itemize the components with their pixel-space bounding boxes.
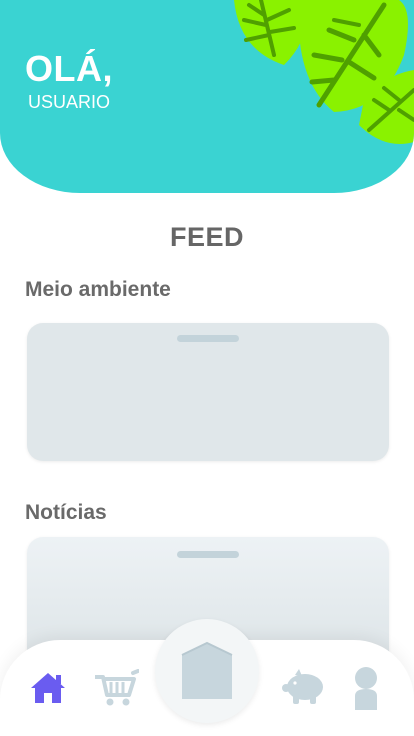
leaves-decoration xyxy=(234,0,414,144)
user-icon xyxy=(355,667,377,710)
nav-home[interactable] xyxy=(28,670,68,706)
section-title-noticias: Notícias xyxy=(25,501,107,524)
card-handle xyxy=(177,335,239,342)
nav-savings[interactable] xyxy=(280,666,328,706)
greeting-text: OLÁ, xyxy=(25,48,113,89)
house-icon xyxy=(181,641,233,699)
nav-cart[interactable] xyxy=(92,668,140,708)
piggy-bank-icon xyxy=(282,669,323,704)
meio-ambiente-card[interactable] xyxy=(27,323,389,461)
username-text: USUARIO xyxy=(28,92,111,112)
header: OLÁ, USUARIO xyxy=(0,0,414,193)
home-icon xyxy=(31,673,65,703)
feed-title: FEED xyxy=(169,222,244,252)
shopping-cart-icon xyxy=(95,669,139,706)
nav-profile[interactable] xyxy=(348,664,384,712)
section-title-meio-ambiente: Meio ambiente xyxy=(25,278,171,301)
card-handle xyxy=(177,551,239,558)
center-action-button[interactable] xyxy=(155,619,259,723)
